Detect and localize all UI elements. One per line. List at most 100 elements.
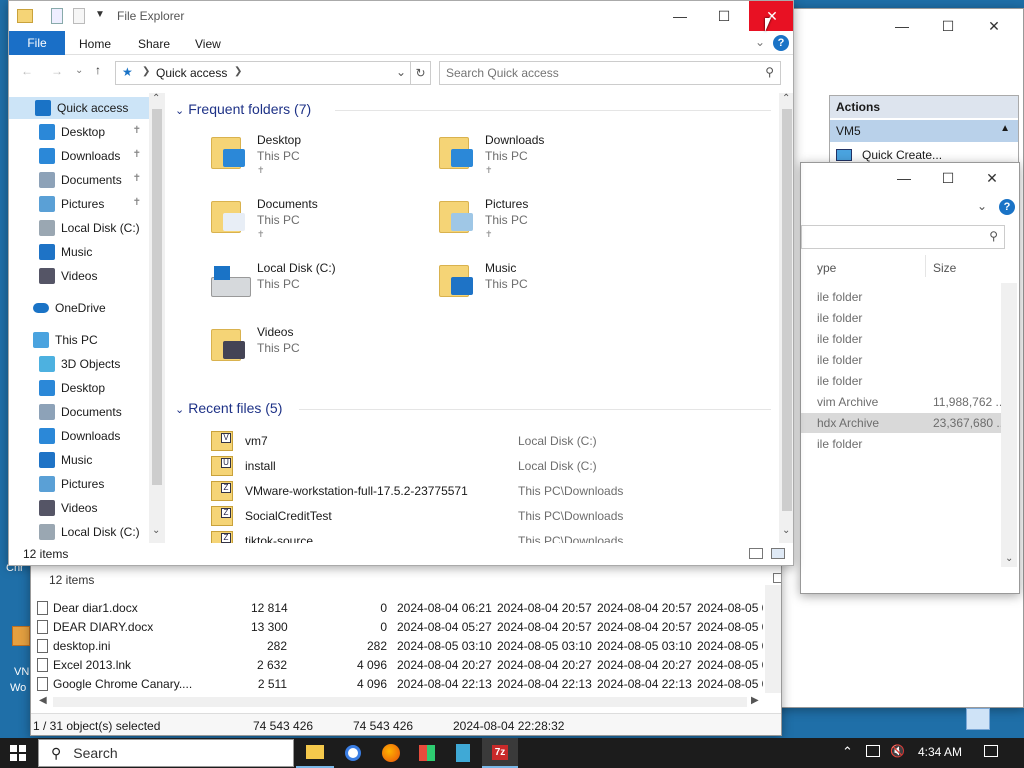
vertical-scrollbar[interactable] xyxy=(1001,283,1017,567)
collapse-icon[interactable]: ▲ xyxy=(1000,123,1010,134)
actions-vm-item[interactable]: VM5 ▲ xyxy=(830,120,1018,142)
large-icons-view-icon[interactable] xyxy=(771,548,785,559)
close-button[interactable]: ✕ xyxy=(749,1,793,31)
recent-file-row[interactable]: Z SocialCreditTest This PC\Downloads xyxy=(211,506,771,528)
breadcrumb-separator-icon[interactable]: ❯ xyxy=(142,66,150,77)
maximize-button[interactable]: ☐ xyxy=(925,163,971,193)
file-row[interactable]: ile folder xyxy=(801,308,1001,328)
frequent-folder-tile[interactable]: Local Disk (C:) This PC xyxy=(211,261,411,311)
nav-quick-access[interactable]: Quick access xyxy=(9,97,149,119)
frequent-folder-tile[interactable]: Downloads This PC ✝ xyxy=(439,133,639,183)
recent-file-row[interactable]: V vm7 Local Disk (C:) xyxy=(211,431,771,453)
details-view-icon[interactable] xyxy=(773,573,781,583)
chevron-down-icon[interactable]: ⌄ xyxy=(977,199,987,213)
nav-item[interactable]: Documents xyxy=(39,401,122,423)
taskbar-firefox[interactable] xyxy=(372,738,410,768)
recent-files-header[interactable]: ⌄ Recent files (5) xyxy=(175,400,282,416)
start-button[interactable] xyxy=(0,738,36,768)
help-icon[interactable]: ? xyxy=(999,199,1015,215)
search-icon[interactable]: ⚲ xyxy=(765,65,774,79)
nav-item[interactable]: Music xyxy=(39,241,149,263)
pin-icon[interactable]: ✝ xyxy=(133,125,141,136)
scroll-down-icon[interactable]: ⌄ xyxy=(782,525,790,536)
nav-item[interactable]: Pictures xyxy=(39,473,104,495)
search-box[interactable]: ⚲ xyxy=(439,61,781,85)
properties-icon[interactable] xyxy=(51,8,63,24)
tab-share[interactable]: Share xyxy=(138,37,170,51)
file-row[interactable]: ile folder xyxy=(801,287,1001,307)
tray-chevron-icon[interactable]: ⌃ xyxy=(842,744,853,760)
frequent-folder-tile[interactable]: Desktop This PC ✝ xyxy=(211,133,411,183)
expand-ribbon-icon[interactable]: ⌄ xyxy=(755,35,765,49)
network-icon[interactable] xyxy=(866,745,880,757)
file-row[interactable]: ile folder xyxy=(801,434,1001,454)
desktop-icon-vm[interactable] xyxy=(12,626,30,646)
nav-onedrive[interactable]: OneDrive xyxy=(33,297,106,319)
nav-item[interactable]: Local Disk (C:) xyxy=(39,217,149,239)
search-input[interactable] xyxy=(446,64,746,82)
scroll-up-icon[interactable]: ⌃ xyxy=(152,93,160,104)
nav-scroll-thumb[interactable] xyxy=(152,109,162,485)
content-scroll-thumb[interactable] xyxy=(782,109,792,511)
recent-file-row[interactable]: Z tiktok-source This PC\Downloads xyxy=(211,531,771,543)
maximize-button[interactable]: ☐ xyxy=(701,1,747,31)
frequent-folder-tile[interactable]: Videos This PC xyxy=(211,325,411,375)
minimize-button[interactable]: — xyxy=(881,163,927,193)
nav-item[interactable]: Music xyxy=(39,449,92,471)
nav-item[interactable]: Local Disk (C:) xyxy=(39,521,140,543)
chevron-down-icon[interactable]: ⌄ xyxy=(175,105,184,117)
column-type[interactable]: ype xyxy=(817,261,836,275)
pin-icon[interactable]: ✝ xyxy=(257,229,265,240)
clock[interactable]: 4:34 AM xyxy=(918,745,962,759)
chevron-down-icon[interactable]: ⌄ xyxy=(175,404,184,416)
title-bar[interactable]: ▼ File Explorer — ☐ ✕ xyxy=(9,1,793,31)
close-button[interactable]: ✕ xyxy=(969,163,1015,193)
file-row[interactable]: hdx Archive 23,367,680 ... xyxy=(801,413,1006,433)
table-row[interactable]: desktop.ini 282 282 2024-08-05 03:10 202… xyxy=(31,637,765,656)
back-icon[interactable]: ← xyxy=(21,64,33,78)
minimize-button[interactable]: — xyxy=(879,9,925,43)
new-folder-icon[interactable] xyxy=(73,8,85,24)
content-scrollbar[interactable]: ⌃ ⌄ xyxy=(779,93,793,543)
vertical-scrollbar[interactable] xyxy=(765,585,781,693)
nav-item[interactable]: 3D Objects xyxy=(39,353,120,375)
customize-qat-icon[interactable]: ▼ xyxy=(95,9,105,20)
file-row[interactable]: ile folder xyxy=(801,329,1001,349)
nav-item[interactable]: Downloads xyxy=(39,425,120,447)
recent-file-row[interactable]: Z VMware-workstation-full-17.5.2-2377557… xyxy=(211,481,771,503)
taskbar-calculator[interactable] xyxy=(444,738,482,768)
forward-icon[interactable]: → xyxy=(51,64,63,78)
pin-icon[interactable]: ✝ xyxy=(133,149,141,160)
search-box[interactable]: ⚲ xyxy=(801,225,1005,249)
nav-item[interactable]: Videos xyxy=(39,265,149,287)
pin-icon[interactable]: ✝ xyxy=(133,173,141,184)
details-view-icon[interactable] xyxy=(749,548,763,559)
taskbar-search-box[interactable]: ⚲ Search xyxy=(38,739,294,767)
taskbar-chrome[interactable] xyxy=(334,738,372,768)
recent-file-row[interactable]: U install Local Disk (C:) xyxy=(211,456,771,478)
frequent-folder-tile[interactable]: Pictures This PC ✝ xyxy=(439,197,639,247)
notifications-icon[interactable] xyxy=(984,745,998,757)
address-text[interactable]: Quick access xyxy=(156,66,227,80)
file-row[interactable]: vim Archive 11,988,762 ... xyxy=(801,392,1006,412)
pin-icon[interactable]: ✝ xyxy=(133,197,141,208)
close-button[interactable]: ✕ xyxy=(971,9,1017,43)
volume-muted-icon[interactable]: 🔇 xyxy=(890,744,905,758)
nav-this-pc[interactable]: This PC xyxy=(33,329,98,351)
minimize-button[interactable]: — xyxy=(657,1,703,31)
tab-view[interactable]: View xyxy=(195,37,221,51)
nav-item[interactable]: Desktop xyxy=(39,377,105,399)
frequent-folders-header[interactable]: ⌄ Frequent folders (7) xyxy=(175,101,311,117)
file-row[interactable]: ile folder xyxy=(801,350,1001,370)
pin-icon[interactable]: ✝ xyxy=(257,165,265,176)
file-row[interactable]: ile folder xyxy=(801,371,1001,391)
help-icon[interactable]: ? xyxy=(773,35,789,51)
refresh-button[interactable]: ↻ xyxy=(411,61,431,85)
maximize-button[interactable]: ☐ xyxy=(925,9,971,43)
scroll-right-icon[interactable]: ▶ xyxy=(751,695,759,706)
table-row[interactable]: Google Chrome Canary.... 2 511 4 096 202… xyxy=(31,675,765,694)
tab-file[interactable]: File xyxy=(9,31,65,55)
breadcrumb-separator-icon[interactable]: ❯ xyxy=(234,66,242,77)
taskbar-app-tiles[interactable] xyxy=(410,738,444,768)
scroll-up-icon[interactable]: ⌃ xyxy=(782,93,790,104)
